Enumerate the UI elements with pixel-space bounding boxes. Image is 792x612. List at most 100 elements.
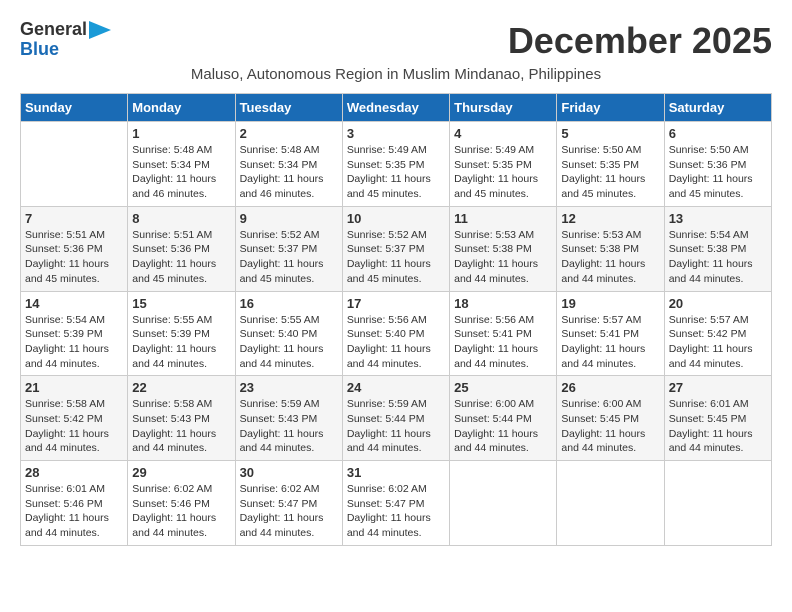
calendar-cell: 4Sunrise: 5:49 AM Sunset: 5:35 PM Daylig… <box>450 122 557 207</box>
day-number: 21 <box>25 380 123 395</box>
calendar-cell: 9 Sunrise: 5:52 AM Sunset: 5:37 PM Daylig… <box>235 206 342 291</box>
calendar-cell: 13 Sunrise: 5:54 AM Sunset: 5:38 PM Dayli… <box>664 206 771 291</box>
day-number: 15 <box>132 296 230 311</box>
day-info: Sunrise: 5:49 AM Sunset: 5:35 PM Dayligh… <box>347 143 445 202</box>
calendar-cell: 12 Sunrise: 5:53 AM Sunset: 5:38 PM Dayli… <box>557 206 664 291</box>
day-info: Sunrise: 5:55 AM Sunset: 5:40 PM Dayligh… <box>240 313 338 372</box>
day-info: Sunrise: 5:59 AM Sunset: 5:44 PM Dayligh… <box>347 397 445 456</box>
calendar-cell: 8 Sunrise: 5:51 AM Sunset: 5:36 PM Daylig… <box>128 206 235 291</box>
day-info: Sunrise: 5:48 AM Sunset: 5:34 PM Dayligh… <box>132 143 230 202</box>
calendar-cell: 25 Sunrise: 6:00 AM Sunset: 5:44 PM Dayli… <box>450 376 557 461</box>
day-info: Sunrise: 5:50 AM Sunset: 5:36 PM Dayligh… <box>669 143 767 202</box>
day-number: 24 <box>347 380 445 395</box>
day-info: Sunrise: 6:02 AM Sunset: 5:46 PM Dayligh… <box>132 482 230 541</box>
day-number: 20 <box>669 296 767 311</box>
calendar-cell: 15 Sunrise: 5:55 AM Sunset: 5:39 PM Dayli… <box>128 291 235 376</box>
day-info: Sunrise: 5:54 AM Sunset: 5:39 PM Dayligh… <box>25 313 123 372</box>
calendar-table: SundayMondayTuesdayWednesdayThursdayFrid… <box>20 93 772 546</box>
day-info: Sunrise: 5:51 AM Sunset: 5:36 PM Dayligh… <box>25 228 123 287</box>
day-number: 5 <box>561 126 659 141</box>
calendar-cell: 5Sunrise: 5:50 AM Sunset: 5:35 PM Daylig… <box>557 122 664 207</box>
day-number: 28 <box>25 465 123 480</box>
day-number: 13 <box>669 211 767 226</box>
weekday-header-wednesday: Wednesday <box>342 94 449 122</box>
day-number: 3 <box>347 126 445 141</box>
day-info: Sunrise: 5:56 AM Sunset: 5:41 PM Dayligh… <box>454 313 552 372</box>
day-info: Sunrise: 5:53 AM Sunset: 5:38 PM Dayligh… <box>561 228 659 287</box>
day-number: 11 <box>454 211 552 226</box>
calendar-cell: 27 Sunrise: 6:01 AM Sunset: 5:45 PM Dayli… <box>664 376 771 461</box>
calendar-cell: 1 Sunrise: 5:48 AM Sunset: 5:34 PM Daylig… <box>128 122 235 207</box>
day-info: Sunrise: 6:01 AM Sunset: 5:46 PM Dayligh… <box>25 482 123 541</box>
day-number: 8 <box>132 211 230 226</box>
day-number: 17 <box>347 296 445 311</box>
day-number: 25 <box>454 380 552 395</box>
day-info: Sunrise: 6:00 AM Sunset: 5:45 PM Dayligh… <box>561 397 659 456</box>
weekday-header-friday: Friday <box>557 94 664 122</box>
calendar-cell: 11 Sunrise: 5:53 AM Sunset: 5:38 PM Dayli… <box>450 206 557 291</box>
day-number: 27 <box>669 380 767 395</box>
day-info: Sunrise: 5:52 AM Sunset: 5:37 PM Dayligh… <box>347 228 445 287</box>
day-number: 22 <box>132 380 230 395</box>
calendar-cell: 23 Sunrise: 5:59 AM Sunset: 5:43 PM Dayli… <box>235 376 342 461</box>
calendar-cell: 14 Sunrise: 5:54 AM Sunset: 5:39 PM Dayli… <box>21 291 128 376</box>
calendar-cell <box>664 461 771 546</box>
day-info: Sunrise: 5:54 AM Sunset: 5:38 PM Dayligh… <box>669 228 767 287</box>
day-info: Sunrise: 5:48 AM Sunset: 5:34 PM Dayligh… <box>240 143 338 202</box>
calendar-cell: 10 Sunrise: 5:52 AM Sunset: 5:37 PM Dayli… <box>342 206 449 291</box>
calendar-cell <box>450 461 557 546</box>
calendar-cell: 17 Sunrise: 5:56 AM Sunset: 5:40 PM Dayli… <box>342 291 449 376</box>
day-info: Sunrise: 5:57 AM Sunset: 5:41 PM Dayligh… <box>561 313 659 372</box>
day-number: 10 <box>347 211 445 226</box>
day-info: Sunrise: 5:55 AM Sunset: 5:39 PM Dayligh… <box>132 313 230 372</box>
calendar-cell: 28 Sunrise: 6:01 AM Sunset: 5:46 PM Dayli… <box>21 461 128 546</box>
weekday-header-monday: Monday <box>128 94 235 122</box>
day-info: Sunrise: 5:59 AM Sunset: 5:43 PM Dayligh… <box>240 397 338 456</box>
day-number: 7 <box>25 211 123 226</box>
day-number: 31 <box>347 465 445 480</box>
day-number: 2 <box>240 126 338 141</box>
day-number: 9 <box>240 211 338 226</box>
calendar-cell: 6 Sunrise: 5:50 AM Sunset: 5:36 PM Daylig… <box>664 122 771 207</box>
day-number: 30 <box>240 465 338 480</box>
day-info: Sunrise: 6:00 AM Sunset: 5:44 PM Dayligh… <box>454 397 552 456</box>
weekday-header-saturday: Saturday <box>664 94 771 122</box>
day-number: 12 <box>561 211 659 226</box>
day-info: Sunrise: 5:53 AM Sunset: 5:38 PM Dayligh… <box>454 228 552 287</box>
day-number: 19 <box>561 296 659 311</box>
location-title: Maluso, Autonomous Region in Muslim Mind… <box>20 66 772 83</box>
day-number: 4 <box>454 126 552 141</box>
calendar-cell: 24 Sunrise: 5:59 AM Sunset: 5:44 PM Dayli… <box>342 376 449 461</box>
day-info: Sunrise: 5:51 AM Sunset: 5:36 PM Dayligh… <box>132 228 230 287</box>
day-number: 6 <box>669 126 767 141</box>
day-info: Sunrise: 5:57 AM Sunset: 5:42 PM Dayligh… <box>669 313 767 372</box>
day-number: 14 <box>25 296 123 311</box>
calendar-cell <box>21 122 128 207</box>
calendar-cell: 7 Sunrise: 5:51 AM Sunset: 5:36 PM Daylig… <box>21 206 128 291</box>
day-number: 23 <box>240 380 338 395</box>
day-number: 16 <box>240 296 338 311</box>
day-info: Sunrise: 5:56 AM Sunset: 5:40 PM Dayligh… <box>347 313 445 372</box>
day-number: 1 <box>132 126 230 141</box>
day-number: 18 <box>454 296 552 311</box>
day-info: Sunrise: 6:02 AM Sunset: 5:47 PM Dayligh… <box>240 482 338 541</box>
weekday-header-sunday: Sunday <box>21 94 128 122</box>
calendar-cell: 21 Sunrise: 5:58 AM Sunset: 5:42 PM Dayli… <box>21 376 128 461</box>
day-info: Sunrise: 6:02 AM Sunset: 5:47 PM Dayligh… <box>347 482 445 541</box>
calendar-cell: 31 Sunrise: 6:02 AM Sunset: 5:47 PM Dayli… <box>342 461 449 546</box>
month-title: December 2025 <box>508 20 772 62</box>
calendar-cell: 22 Sunrise: 5:58 AM Sunset: 5:43 PM Dayli… <box>128 376 235 461</box>
calendar-cell: 19 Sunrise: 5:57 AM Sunset: 5:41 PM Dayli… <box>557 291 664 376</box>
day-info: Sunrise: 5:52 AM Sunset: 5:37 PM Dayligh… <box>240 228 338 287</box>
calendar-cell: 18 Sunrise: 5:56 AM Sunset: 5:41 PM Dayli… <box>450 291 557 376</box>
calendar-cell: 29Sunrise: 6:02 AM Sunset: 5:46 PM Dayli… <box>128 461 235 546</box>
weekday-header-thursday: Thursday <box>450 94 557 122</box>
calendar-cell: 30 Sunrise: 6:02 AM Sunset: 5:47 PM Dayli… <box>235 461 342 546</box>
calendar-cell <box>557 461 664 546</box>
calendar-cell: 3 Sunrise: 5:49 AM Sunset: 5:35 PM Daylig… <box>342 122 449 207</box>
day-info: Sunrise: 6:01 AM Sunset: 5:45 PM Dayligh… <box>669 397 767 456</box>
calendar-cell: 26Sunrise: 6:00 AM Sunset: 5:45 PM Dayli… <box>557 376 664 461</box>
logo: General Blue <box>20 20 111 60</box>
day-info: Sunrise: 5:58 AM Sunset: 5:42 PM Dayligh… <box>25 397 123 456</box>
day-info: Sunrise: 5:58 AM Sunset: 5:43 PM Dayligh… <box>132 397 230 456</box>
